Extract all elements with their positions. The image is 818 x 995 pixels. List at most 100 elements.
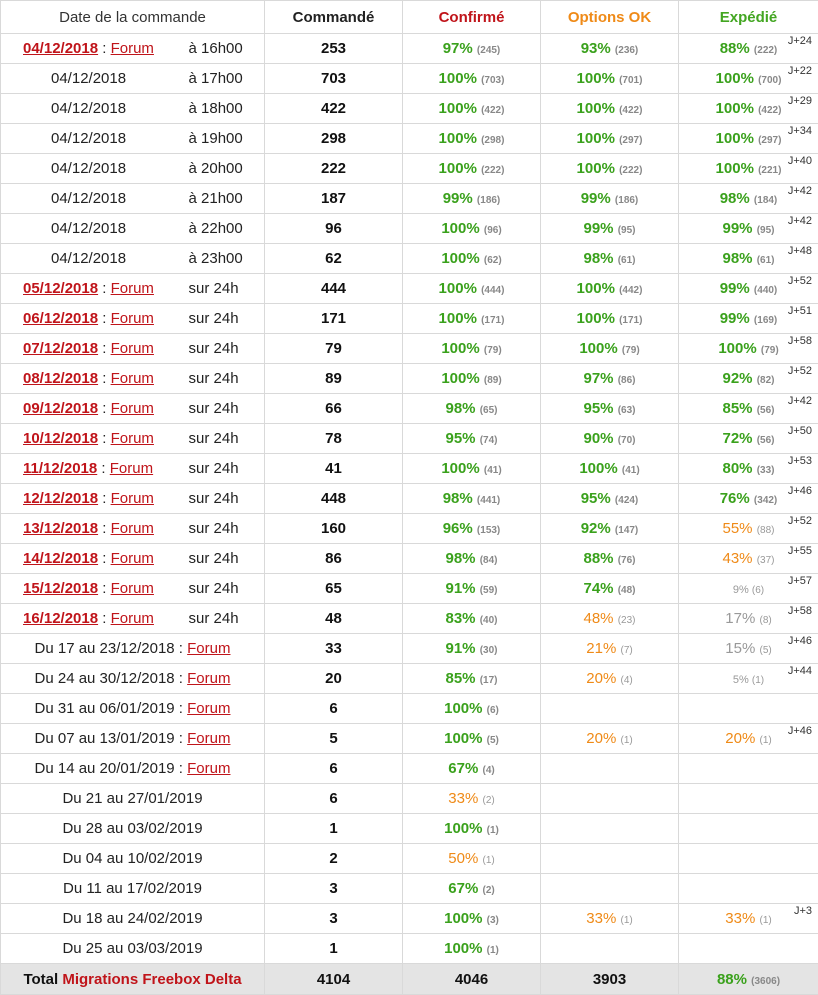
order-count: 86: [265, 544, 403, 574]
e-value: 100% (79): [718, 340, 778, 357]
o-count: (147): [615, 525, 638, 536]
c-percent: 98%: [443, 490, 473, 507]
order-date-cell: 04/12/2018: [1, 64, 177, 94]
e-cell: 76% (342)J+46: [679, 484, 818, 514]
o-cell: 98% (61): [541, 244, 679, 274]
e-value: 98% (61): [723, 250, 775, 267]
order-date-link[interactable]: 04/12/2018: [23, 40, 98, 57]
forum-link[interactable]: Forum: [187, 670, 230, 687]
order-count: 33: [265, 634, 403, 664]
c-cell: 100% (3): [403, 904, 541, 934]
c-count: (6): [487, 705, 499, 716]
o-cell: 90% (70): [541, 424, 679, 454]
order-date-link[interactable]: 16/12/2018: [23, 610, 98, 627]
forum-link[interactable]: Forum: [111, 40, 154, 57]
order-date-link[interactable]: 12/12/2018: [23, 490, 98, 507]
c-cell: 97% (245): [403, 34, 541, 64]
c-cell: 95% (74): [403, 424, 541, 454]
o-cell: 20% (4): [541, 664, 679, 694]
order-count: 1: [265, 934, 403, 964]
c-value: 91% (59): [446, 580, 498, 597]
order-date-link[interactable]: 15/12/2018: [23, 580, 98, 597]
total-row: Total Migrations Freebox Delta 4104 4046…: [1, 964, 818, 995]
order-date-link[interactable]: 08/12/2018: [23, 370, 98, 387]
forum-link[interactable]: Forum: [187, 730, 230, 747]
separator: :: [98, 490, 111, 507]
order-date-link[interactable]: 10/12/2018: [23, 430, 98, 447]
forum-link[interactable]: Forum: [111, 370, 154, 387]
o-percent: 97%: [584, 370, 614, 387]
total-label-highlight: Migrations Freebox Delta: [62, 971, 241, 988]
e-value: 76% (342): [720, 490, 778, 507]
forum-link[interactable]: Forum: [187, 700, 230, 717]
o-cell: [541, 754, 679, 784]
order-date-link[interactable]: 07/12/2018: [23, 340, 98, 357]
delay-label: J+55: [788, 545, 812, 557]
week-range-cell: Du 31 au 06/01/2019 : Forum: [1, 694, 265, 724]
c-count: (74): [480, 435, 498, 446]
o-cell: 100% (41): [541, 454, 679, 484]
forum-link[interactable]: Forum: [110, 460, 153, 477]
order-count: 422: [265, 94, 403, 124]
e-count: (56): [757, 435, 775, 446]
c-value: 100% (444): [439, 280, 505, 297]
forum-link[interactable]: Forum: [111, 610, 154, 627]
o-cell: 93% (236): [541, 34, 679, 64]
o-count: (236): [615, 45, 638, 56]
order-count: 48: [265, 604, 403, 634]
o-cell: [541, 934, 679, 964]
forum-link[interactable]: Forum: [111, 430, 154, 447]
forum-link[interactable]: Forum: [111, 520, 154, 537]
order-date-link[interactable]: 13/12/2018: [23, 520, 98, 537]
e-cell: 99% (440)J+52: [679, 274, 818, 304]
e-percent: 99%: [723, 220, 753, 237]
order-date-link[interactable]: 05/12/2018: [23, 280, 98, 297]
order-date-link[interactable]: 06/12/2018: [23, 310, 98, 327]
forum-link[interactable]: Forum: [111, 310, 154, 327]
order-time: à 21h00: [177, 184, 265, 214]
o-percent: 95%: [584, 400, 614, 417]
table-row: Du 28 au 03/02/20191100% (1): [1, 814, 818, 844]
week-range-label: Du 04 au 10/02/2019: [62, 850, 202, 867]
e-cell: 100% (297)J+34: [679, 124, 818, 154]
forum-link[interactable]: Forum: [187, 760, 230, 777]
forum-link[interactable]: Forum: [111, 280, 154, 297]
e-percent: 9%: [733, 584, 749, 596]
delay-label: J+42: [788, 395, 812, 407]
forum-link[interactable]: Forum: [111, 400, 154, 417]
c-percent: 100%: [439, 130, 477, 147]
e-percent: 100%: [718, 340, 756, 357]
order-date-link[interactable]: 09/12/2018: [23, 400, 98, 417]
forum-link[interactable]: Forum: [111, 340, 154, 357]
e-count: (221): [758, 165, 781, 176]
c-cell: 100% (5): [403, 724, 541, 754]
order-count: 1: [265, 814, 403, 844]
o-count: (48): [618, 585, 636, 596]
order-time: sur 24h: [177, 544, 265, 574]
c-percent: 50%: [448, 850, 478, 867]
o-count: (422): [619, 105, 642, 116]
forum-link[interactable]: Forum: [111, 580, 154, 597]
o-count: (297): [619, 135, 642, 146]
o-value: 100% (79): [579, 340, 639, 357]
c-count: (444): [481, 285, 504, 296]
order-date-link[interactable]: 11/12/2018: [23, 460, 97, 477]
forum-link[interactable]: Forum: [187, 640, 230, 657]
table-row: 08/12/2018 : Forumsur 24h89100% (89)97% …: [1, 364, 818, 394]
order-date-link[interactable]: 14/12/2018: [23, 550, 98, 567]
order-time: à 22h00: [177, 214, 265, 244]
order-count: 6: [265, 784, 403, 814]
separator: :: [98, 520, 111, 537]
c-cell: 100% (41): [403, 454, 541, 484]
forum-link[interactable]: Forum: [111, 490, 154, 507]
forum-link[interactable]: Forum: [111, 550, 154, 567]
o-cell: 21% (7): [541, 634, 679, 664]
c-count: (79): [484, 345, 502, 356]
e-count: (82): [757, 375, 775, 386]
c-value: 33% (2): [448, 790, 494, 807]
o-cell: 74% (48): [541, 574, 679, 604]
order-time: à 16h00: [177, 34, 265, 64]
o-count: (1): [620, 735, 632, 746]
c-cell: 100% (703): [403, 64, 541, 94]
order-count: 6: [265, 694, 403, 724]
